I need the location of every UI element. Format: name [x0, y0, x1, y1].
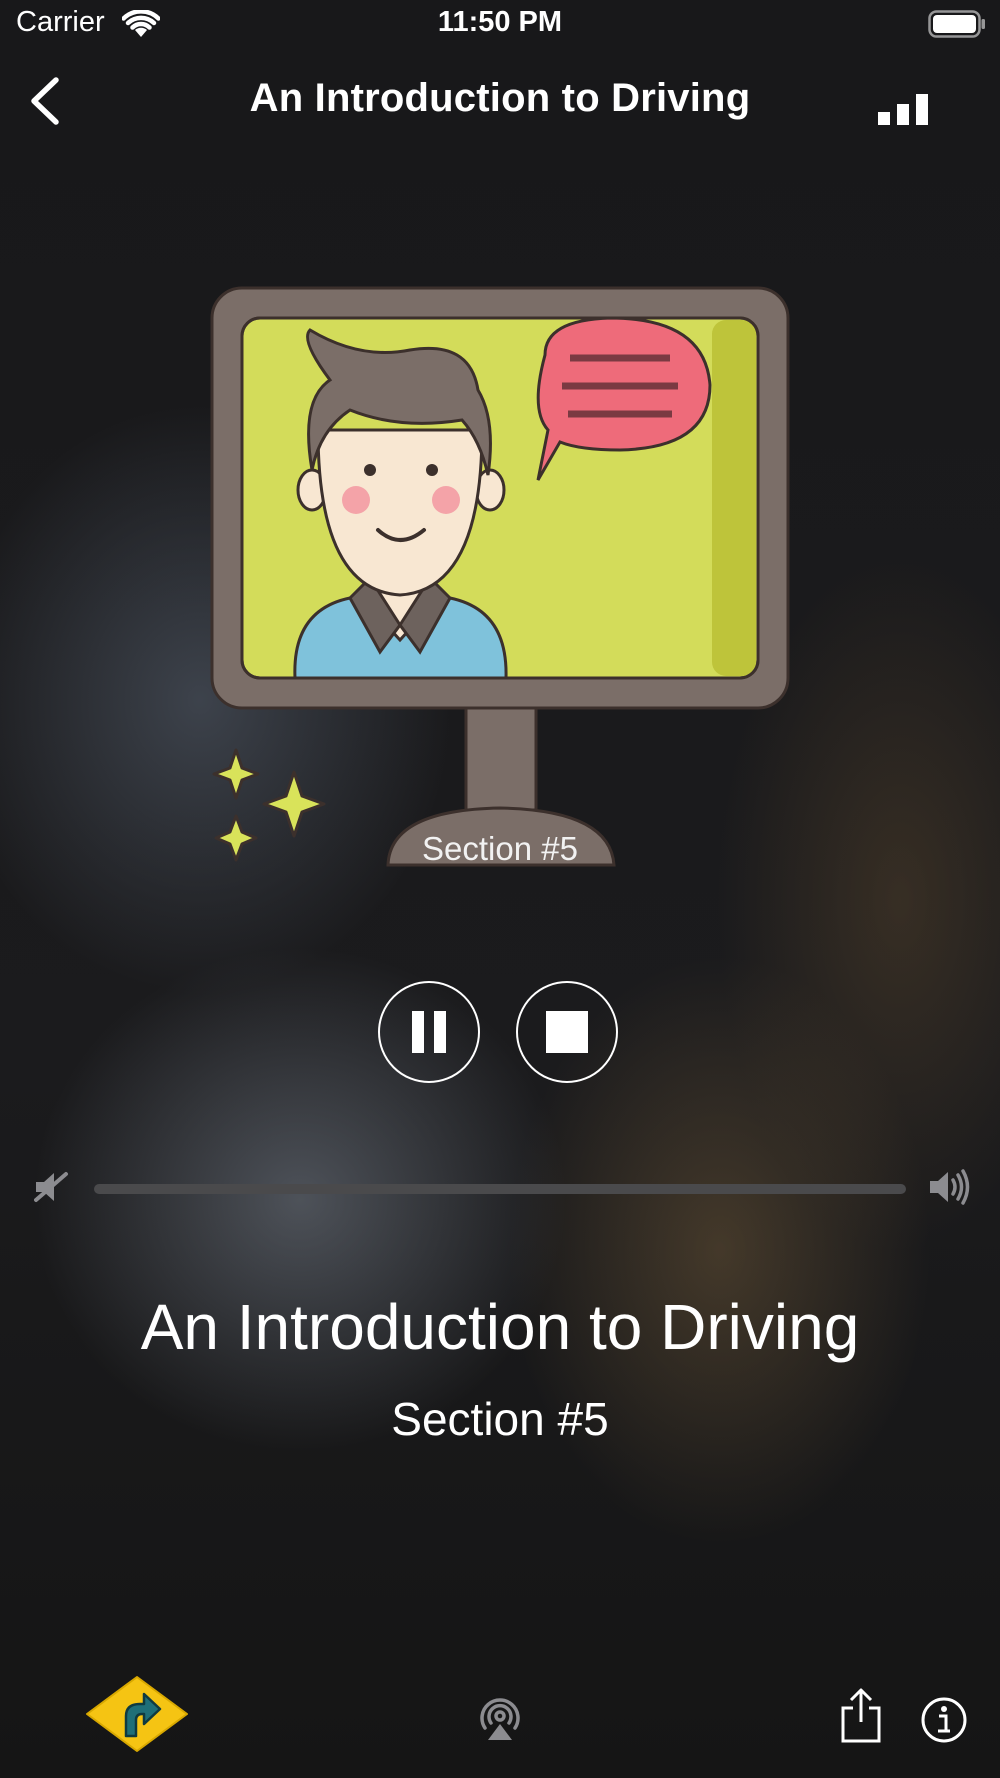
artwork-illustration — [210, 286, 790, 867]
battery-icon — [928, 10, 985, 38]
volume-slider[interactable] — [94, 1184, 906, 1194]
airplay-icon[interactable] — [474, 1694, 526, 1742]
stop-button[interactable] — [516, 981, 618, 1083]
monitor-stand — [464, 698, 538, 812]
volume-mute-icon — [34, 1172, 68, 1202]
pause-icon — [412, 1011, 446, 1053]
artwork-caption: Section #5 — [422, 830, 578, 867]
back-button[interactable] — [26, 76, 66, 126]
volume-high-icon — [930, 1169, 970, 1205]
signal-bars-icon[interactable] — [876, 92, 932, 128]
now-playing-subtitle: Section #5 — [391, 1393, 609, 1445]
info-icon[interactable] — [920, 1696, 968, 1744]
pause-button[interactable] — [378, 981, 480, 1083]
status-time: 11:50 PM — [437, 6, 563, 38]
stop-icon — [546, 1011, 588, 1053]
now-playing-title: An Introduction to Driving — [140, 1291, 860, 1363]
page-title: An Introduction to Driving — [249, 76, 751, 120]
share-icon[interactable] — [838, 1688, 884, 1744]
road-turn-sign-icon[interactable] — [84, 1674, 190, 1754]
